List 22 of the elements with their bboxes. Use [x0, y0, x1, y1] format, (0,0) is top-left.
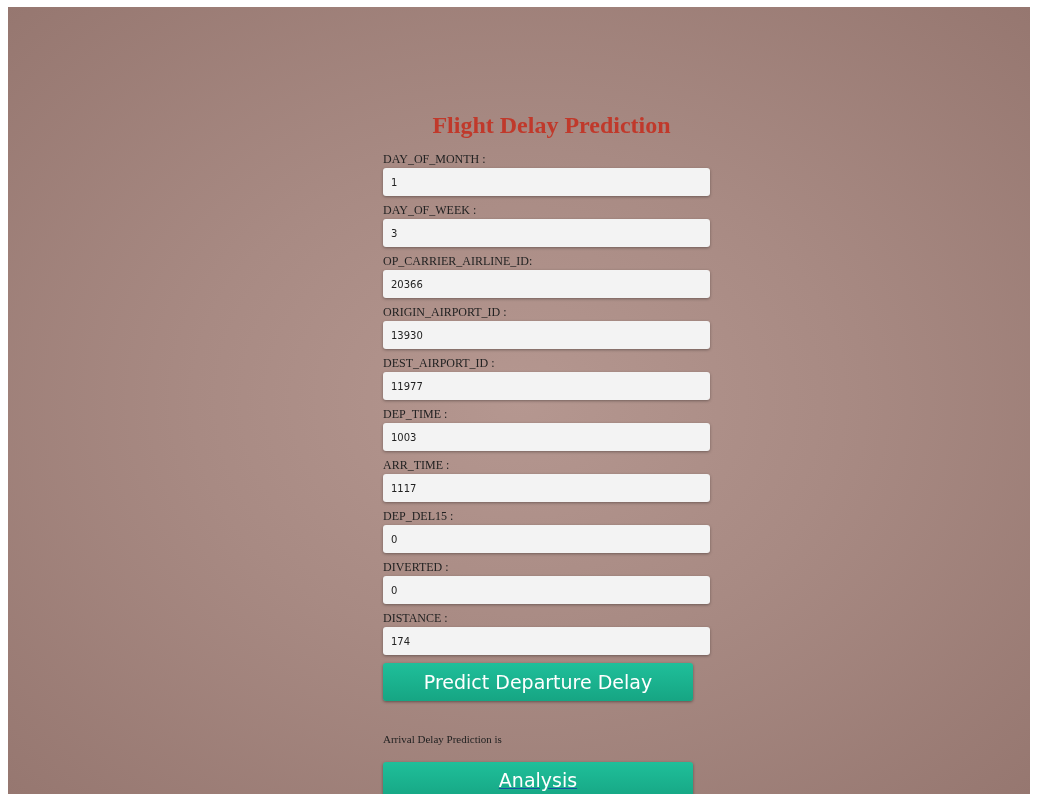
result-text: Arrival Delay Prediction is [383, 732, 502, 747]
field-label: DAY_OF_MONTH : [383, 152, 486, 166]
field-label: OP_CARRIER_AIRLINE_ID: [383, 254, 533, 268]
input-field[interactable]: 1003 [383, 423, 710, 451]
input-field[interactable]: 0 [383, 576, 710, 604]
input-field[interactable]: 20366 [383, 270, 710, 298]
field-label: DEP_TIME : [383, 407, 448, 421]
field-label: ORIGIN_AIRPORT_ID : [383, 305, 507, 319]
input-field[interactable]: 11977 [383, 372, 710, 400]
input-field[interactable]: 1 [383, 168, 710, 196]
page-title: Flight Delay Prediction [431, 111, 671, 140]
input-field[interactable]: 1117 [383, 474, 710, 502]
field-label: DAY_OF_WEEK : [383, 203, 477, 217]
field-label: ARR_TIME : [383, 458, 450, 472]
field-label: DIVERTED : [383, 560, 449, 574]
input-field[interactable]: 174 [383, 627, 710, 655]
input-field[interactable]: 13930 [383, 321, 710, 349]
input-field[interactable]: 0 [383, 525, 710, 553]
field-label: DISTANCE : [383, 611, 448, 625]
field-label: DEP_DEL15 : [383, 509, 454, 523]
field-label: DEST_AIRPORT_ID : [383, 356, 495, 370]
input-field[interactable]: 3 [383, 219, 710, 247]
